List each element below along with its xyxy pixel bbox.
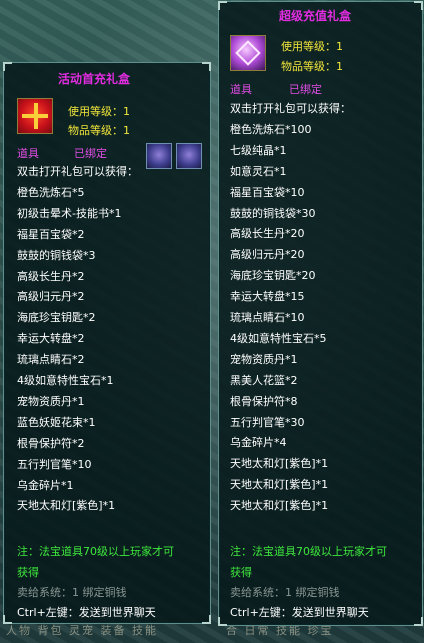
item-level: 物品等级：1 — [68, 124, 130, 137]
reward-item: 天地太和灯[紫色]*1 — [230, 457, 329, 471]
note-text: 获得 — [230, 566, 252, 579]
note-text: 注：法宝道具70级以上玩家才可 — [17, 545, 174, 558]
bound-status: 已绑定 — [289, 83, 322, 96]
bound-status: 已绑定 — [74, 147, 107, 160]
reward-item: 天地太和灯[紫色]*1 — [230, 499, 329, 513]
reward-item: 福星百宝袋*10 — [230, 185, 305, 199]
bg-tab[interactable]: 人物 — [6, 624, 32, 637]
reward-item: 鼓鼓的铜钱袋*3 — [17, 248, 96, 262]
reward-item: 乌金碎片*1 — [17, 478, 74, 492]
reward-item: 黑美人花篮*2 — [230, 373, 298, 387]
reward-item: 高级归元丹*20 — [230, 248, 305, 262]
note-text: 获得 — [17, 566, 39, 579]
item-category: 道具 — [17, 147, 39, 160]
sell-info: 卖给系统：1 绑定铜钱 — [230, 586, 340, 599]
item-tooltip-super-recharge: 超级充值礼盒 使用等级：1 物品等级：1 道具 已绑定 双击打开礼包可以获得： 橙… — [218, 1, 423, 626]
tooltip-title: 活动首充礼盒 — [58, 72, 131, 86]
bg-tab[interactable]: 技能 — [132, 624, 158, 637]
ctrl-tip: Ctrl+左键：发送到世界聊天 — [17, 606, 156, 619]
reward-item: 根骨保护符*8 — [230, 394, 298, 408]
reward-item: 五行判官笔*10 — [17, 457, 92, 471]
reward-item: 4级如意特性宝石*5 — [230, 331, 327, 345]
reward-item: 七级纯晶*1 — [230, 143, 287, 157]
reward-intro: 双击打开礼包可以获得： — [17, 165, 138, 178]
ctrl-tip: Ctrl+左键：发送到世界聊天 — [230, 606, 369, 619]
gift-box-icon — [230, 35, 266, 71]
reward-item: 海底珍宝钥匙*20 — [230, 269, 316, 283]
reward-item: 幸运大转盘*15 — [230, 290, 305, 304]
item-level: 物品等级：1 — [281, 60, 343, 73]
item-category: 道具 — [230, 83, 252, 96]
reward-item: 根骨保护符*2 — [17, 436, 85, 450]
inventory-slot-icon — [146, 143, 172, 169]
bg-tab-row-left: 人物 背包 灵宠 装备 技能 — [6, 622, 158, 637]
reward-item: 天地太和灯[紫色]*1 — [17, 499, 116, 513]
reward-item: 海底珍宝钥匙*2 — [17, 311, 96, 325]
item-tooltip-first-recharge: 活动首充礼盒 使用等级：1 物品等级：1 道具 已绑定 双击打开礼包可以获得： 橙… — [3, 62, 211, 624]
reward-item: 橙色洗炼石*100 — [230, 122, 312, 136]
reward-item: 高级归元丹*2 — [17, 290, 85, 304]
reward-intro: 双击打开礼包可以获得： — [230, 102, 351, 115]
use-level: 使用等级：1 — [281, 40, 343, 53]
reward-item: 高级长生丹*2 — [17, 269, 85, 283]
reward-item: 4级如意特性宝石*1 — [17, 374, 114, 387]
reward-item: 幸运大转盘*2 — [17, 332, 85, 346]
reward-item: 蓝色妖姬花束*1 — [17, 415, 96, 429]
tooltip-title: 超级充值礼盒 — [279, 9, 352, 23]
reward-item: 初级击晕术-技能书*1 — [17, 206, 122, 220]
reward-item: 高级长生丹*20 — [230, 227, 305, 241]
reward-item: 福星百宝袋*2 — [17, 227, 85, 241]
use-level: 使用等级：1 — [68, 105, 130, 118]
reward-item: 天地太和灯[紫色]*1 — [230, 478, 329, 492]
sell-info: 卖给系统：1 绑定铜钱 — [17, 586, 127, 599]
reward-item: 宠物资质丹*1 — [17, 394, 85, 408]
reward-item: 琉璃点睛石*2 — [17, 353, 85, 367]
bg-tab[interactable]: 背包 — [38, 624, 64, 637]
gift-box-icon — [17, 98, 53, 134]
reward-item: 琉璃点睛石*10 — [230, 311, 305, 324]
reward-item: 鼓鼓的铜钱袋*30 — [230, 206, 316, 220]
bg-tab[interactable]: 灵宠 — [69, 624, 95, 637]
bg-tab[interactable]: 装备 — [101, 624, 127, 637]
reward-item: 如意灵石*1 — [230, 164, 287, 178]
inventory-slot-icon — [176, 143, 202, 169]
reward-item: 乌金碎片*4 — [230, 436, 287, 450]
note-text: 注：法宝道具70级以上玩家才可 — [230, 545, 387, 558]
reward-item: 五行判官笔*30 — [230, 415, 305, 429]
reward-item: 宠物资质丹*1 — [230, 352, 298, 366]
reward-item: 橙色洗炼石*5 — [17, 185, 85, 199]
